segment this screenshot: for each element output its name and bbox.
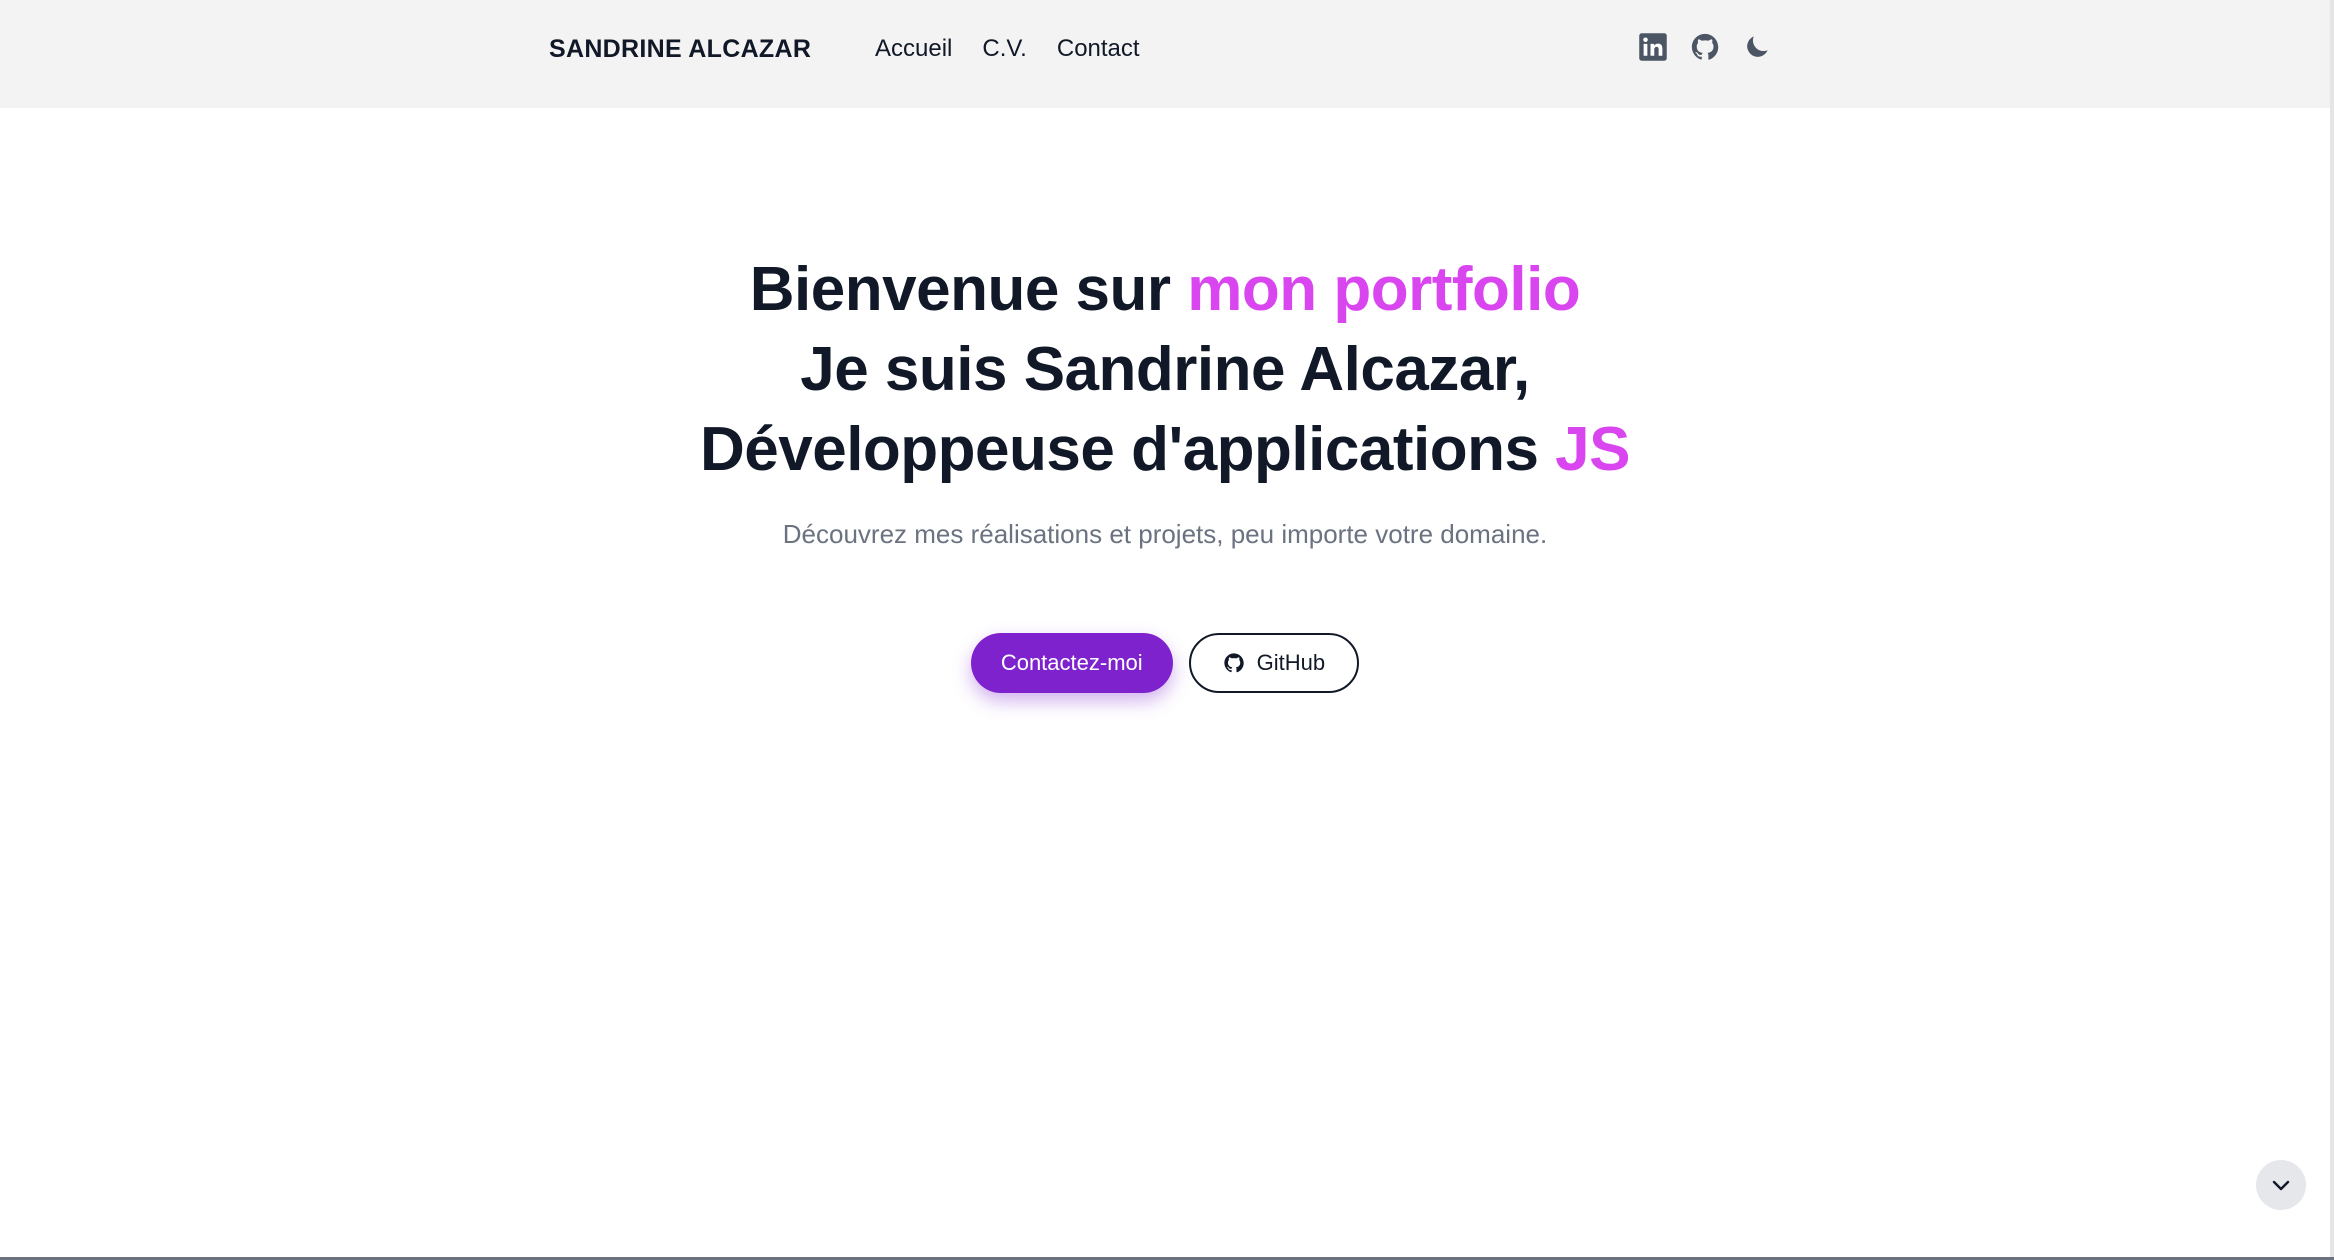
scrollbar[interactable]: [2330, 0, 2334, 1260]
hero-title: Bienvenue sur mon portfolio Je suis Sand…: [0, 250, 2330, 490]
brand-name[interactable]: SANDRINE ALCAZAR: [549, 34, 811, 64]
chevron-down-icon: [2272, 1180, 2290, 1191]
hero-line-3-text: Développeuse d'applications: [699, 415, 1556, 484]
page: SANDRINE ALCAZAR Accueil C.V. Contact Bi…: [0, 0, 2334, 1260]
github-button[interactable]: GitHub: [1188, 633, 1360, 693]
hero-subtitle: Découvrez mes réalisations et projets, p…: [782, 519, 1548, 549]
scroll-down-button[interactable]: [2256, 1160, 2306, 1210]
site-header: SANDRINE ALCAZAR Accueil C.V. Contact: [0, 0, 2330, 108]
nav-item-cv[interactable]: C.V.: [982, 34, 1026, 64]
hero-actions: Contactez-moi GitHub: [0, 633, 2330, 693]
github-icon[interactable]: [1690, 32, 1720, 62]
linkedin-icon[interactable]: [1638, 32, 1668, 62]
hero-section: Bienvenue sur mon portfolio Je suis Sand…: [0, 250, 2330, 552]
moon-icon[interactable]: [1742, 32, 1772, 62]
main-nav: Accueil C.V. Contact: [875, 34, 1170, 64]
hero-line-1: Bienvenue sur mon portfolio: [0, 250, 2330, 330]
hero-line-1-text: Bienvenue sur: [749, 255, 1188, 324]
contact-button[interactable]: Contactez-moi: [970, 633, 1173, 693]
header-icons: [1638, 32, 1772, 62]
github-icon: [1224, 653, 1244, 673]
hero-line-3: Développeuse d'applications JS: [0, 410, 2330, 490]
hero-accent-portfolio: mon portfolio: [1187, 255, 1581, 324]
github-button-label: GitHub: [1256, 650, 1326, 675]
nav-item-contact[interactable]: Contact: [1057, 34, 1140, 64]
hero-line-2: Je suis Sandrine Alcazar,: [800, 335, 1530, 404]
hero-accent-js: JS: [1555, 415, 1631, 484]
nav-item-accueil[interactable]: Accueil: [875, 34, 952, 64]
